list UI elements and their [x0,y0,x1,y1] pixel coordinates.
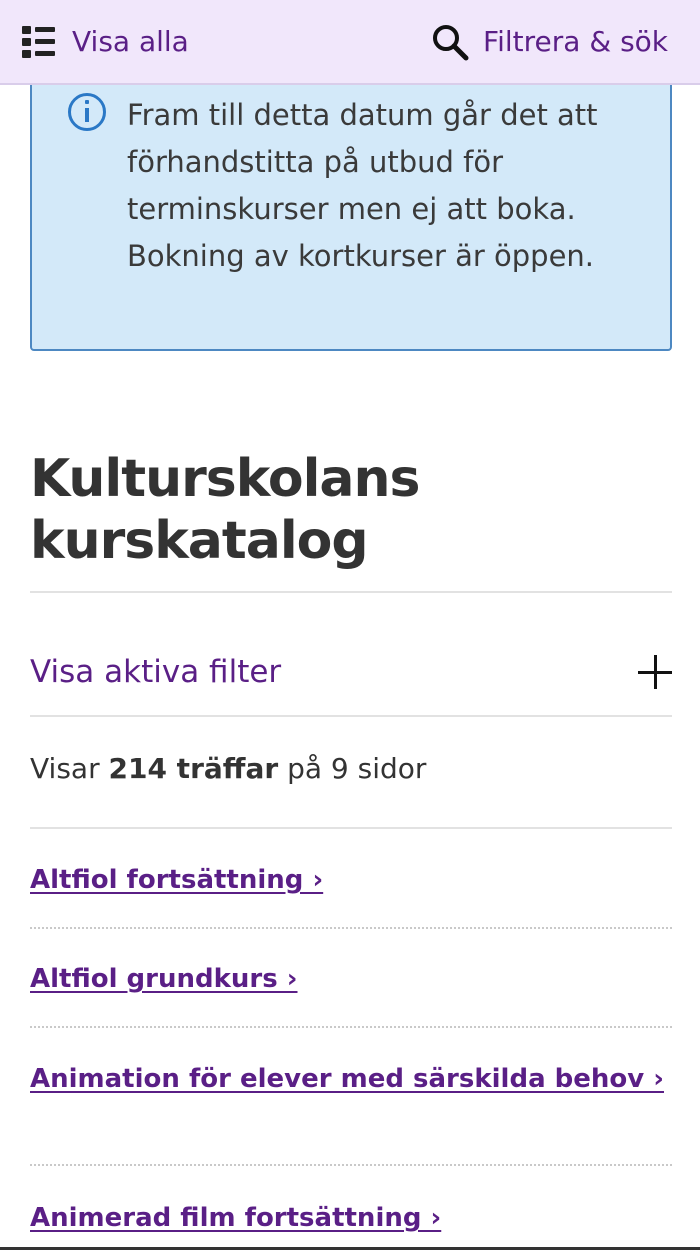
plus-icon [638,655,672,689]
course-link[interactable]: Altfiol fortsättning › [30,860,670,900]
info-alert: Fram till detta datum går det att förhan… [30,60,672,351]
filter-search-button[interactable]: Filtrera & sök [430,22,668,62]
course-link[interactable]: Animerad film fortsättning › [30,1198,670,1238]
search-icon [433,24,469,60]
info-text: Fram till detta datum går det att förhan… [127,98,598,273]
course-link[interactable]: Altfiol grundkurs › [30,959,670,999]
filter-search-label: Filtrera & sök [483,25,668,58]
show-active-filters-label: Visa aktiva filter [30,654,282,690]
info-icon [68,93,106,131]
course-link[interactable]: Animation för elever med särskilda behov… [30,1059,670,1099]
divider [30,591,672,593]
divider [30,827,672,829]
top-toolbar: Visa alla Filtrera & sök [0,0,700,85]
results-count: 214 träffar [108,752,279,785]
show-active-filters-toggle[interactable]: Visa aktiva filter [30,630,672,714]
divider [30,927,672,929]
divider [30,1164,672,1166]
show-all-button[interactable]: Visa alla [22,25,189,58]
page-title: Kulturskolans kurskatalog [30,449,421,571]
list-icon [22,25,56,58]
results-prefix: Visar [30,752,100,785]
results-suffix: på 9 sidor [287,752,427,785]
show-all-label: Visa alla [72,25,189,58]
results-summary: Visar 214 träffar på 9 sidor [30,752,426,785]
divider [30,1026,672,1028]
divider [30,715,672,717]
